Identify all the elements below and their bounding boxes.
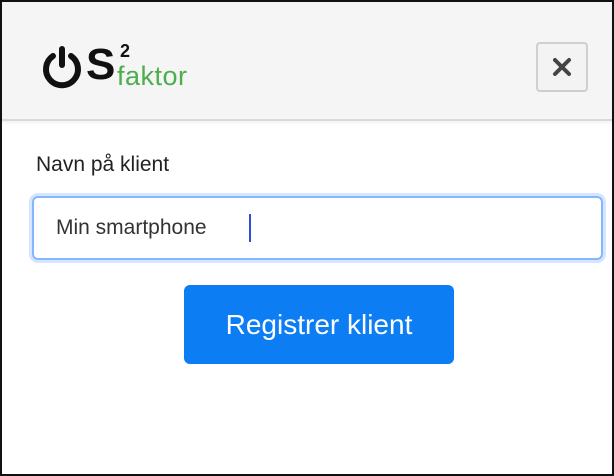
power-icon: [43, 46, 81, 89]
dialog-header: S 2 faktor: [2, 2, 612, 121]
logo-faktor-text: faktor: [117, 61, 188, 91]
client-name-input[interactable]: [32, 196, 603, 260]
registration-dialog: S 2 faktor Navn på klient Registrer klie…: [0, 0, 614, 476]
os2faktor-logo: S 2 faktor: [38, 38, 238, 98]
client-name-label: Navn på klient: [36, 153, 170, 176]
close-icon: [553, 58, 571, 76]
logo-superscript: 2: [120, 41, 131, 61]
logo-s-letter: S: [86, 40, 116, 89]
close-button[interactable]: [536, 42, 588, 92]
text-cursor: [249, 214, 251, 242]
register-client-button[interactable]: Registrer klient: [184, 285, 454, 364]
